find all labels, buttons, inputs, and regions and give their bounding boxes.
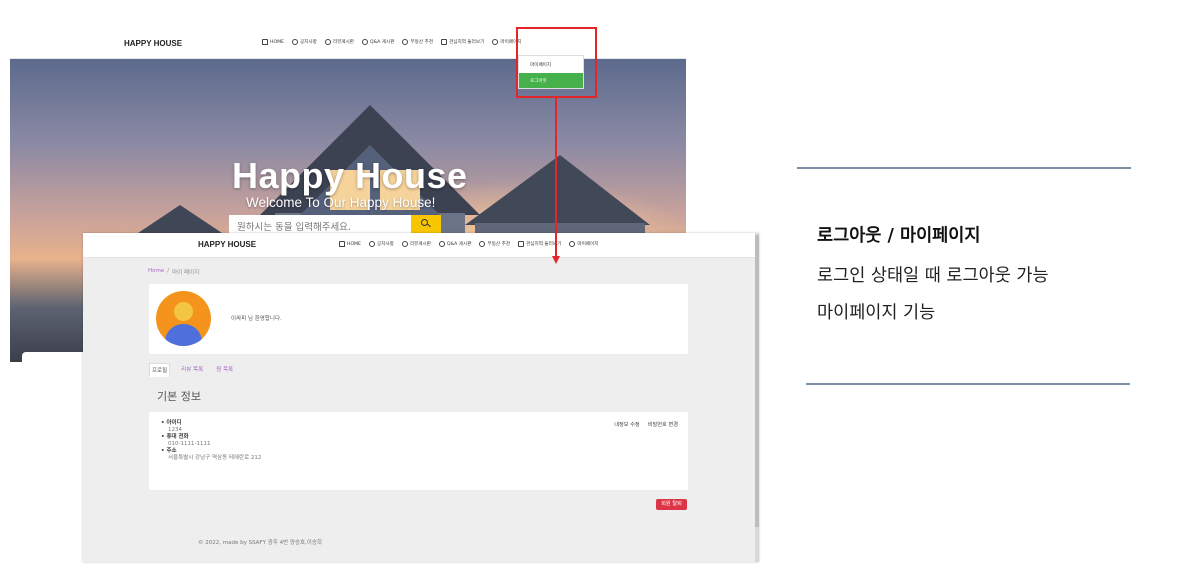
tab-review-list[interactable]: 리뷰 목록 — [179, 363, 205, 377]
welcome-message: 이싸피 님 환영합니다. — [231, 316, 282, 322]
nav-qna[interactable]: Q&A 게시판 — [361, 39, 394, 45]
nav-interest[interactable]: 관심지역 둘러보기 — [441, 39, 484, 45]
nav-qna[interactable]: Q&A 게시판 — [438, 241, 471, 247]
breadcrumb: Home / 마이 페이지 — [148, 268, 199, 276]
avatar — [156, 291, 211, 346]
content-card-peek — [22, 352, 92, 362]
coin-icon — [479, 241, 486, 247]
field-label: 주소 — [161, 448, 261, 455]
basic-info-card: 아이디 1234 휴대 전화 010-1111-1111 주소 서울특별시 강남… — [149, 412, 688, 490]
user-circle-icon — [569, 241, 576, 247]
nav-mypage[interactable]: 마이페이지 — [569, 241, 598, 247]
hero-title: Happy House — [232, 155, 468, 196]
home-icon — [339, 241, 345, 247]
breadcrumb-home[interactable]: Home — [148, 268, 164, 276]
field-value: 1234 — [168, 427, 182, 433]
arrow-line — [555, 97, 557, 257]
mypage-tabs: 프로필 리뷰 목록 찜 목록 — [149, 363, 235, 377]
navbar-mypage: HAPPY HOUSE HOME 공지사항 리뷰게시판 Q&A 게시판 부동산 … — [83, 233, 759, 258]
scrollbar-thumb[interactable] — [755, 235, 759, 527]
description-title: 로그아웃 / 마이페이지 — [817, 226, 981, 246]
hero-subtitle: Welcome To Our Happy House! — [246, 195, 436, 210]
info-list: 아이디 1234 휴대 전화 010-1111-1111 주소 서울특별시 강남… — [161, 420, 261, 462]
info-circle-icon — [368, 241, 375, 247]
tab-wish-list[interactable]: 찜 목록 — [214, 363, 235, 377]
home-icon — [262, 39, 268, 45]
nav-notice[interactable]: 공지사항 — [368, 241, 394, 247]
nav-home[interactable]: HOME — [339, 241, 361, 247]
change-password-button[interactable]: 비밀번호 변경 — [648, 421, 678, 428]
tab-profile[interactable]: 프로필 — [149, 363, 171, 377]
user-circle-icon — [492, 39, 499, 45]
edit-info-button[interactable]: 내정보 수정 — [614, 421, 640, 428]
field-label: 아이디 — [161, 420, 261, 427]
info-circle-icon — [291, 39, 298, 45]
profile-card: 이싸피 님 환영합니다. — [149, 284, 688, 354]
nav-review[interactable]: 리뷰게시판 — [324, 39, 354, 45]
question-circle-icon — [438, 241, 445, 247]
chat-icon — [401, 241, 408, 247]
search-button[interactable] — [411, 215, 441, 233]
nav-menu: HOME 공지사항 리뷰게시판 Q&A 게시판 부동산 추천 관심지역 둘러보기… — [339, 241, 598, 247]
scrollbar[interactable] — [755, 233, 759, 562]
highlight-box — [516, 27, 597, 98]
brand-logo[interactable]: HAPPY HOUSE — [124, 39, 182, 48]
breadcrumb-current: 마이 페이지 — [172, 270, 200, 276]
nav-notice[interactable]: 공지사항 — [291, 39, 317, 45]
description-line: 마이페이지 기능 — [817, 303, 936, 323]
field-value: 서울특별시 강남구 역삼동 테헤란로 212 — [168, 455, 262, 461]
chat-icon — [324, 39, 331, 45]
breadcrumb-separator: / — [167, 268, 170, 274]
footer-copyright: © 2022, made by SSAFY 광주 4반 양승호,이승희 — [198, 540, 322, 546]
nav-menu: HOME 공지사항 리뷰게시판 Q&A 게시판 부동산 추천 관심지역 둘러보기… — [262, 39, 521, 45]
dong-search-box — [229, 215, 441, 237]
mypage-screenshot: HAPPY HOUSE HOME 공지사항 리뷰게시판 Q&A 게시판 부동산 … — [83, 233, 759, 562]
arrow-head — [552, 256, 560, 264]
bookmark-icon — [441, 39, 448, 45]
withdraw-button[interactable]: 회원 탈퇴 — [656, 499, 687, 510]
slide: HAPPY HOUSE HOME 공지사항 리뷰게시판 Q&A 게시판 부동산 … — [0, 0, 1200, 571]
bookmark-icon — [518, 241, 525, 247]
nav-review[interactable]: 리뷰게시판 — [401, 241, 431, 247]
coin-icon — [402, 39, 409, 45]
nav-home[interactable]: HOME — [262, 39, 284, 45]
field-value: 010-1111-1111 — [168, 441, 211, 447]
description-line: 로그인 상태일 때 로그아웃 가능 — [817, 266, 1049, 286]
nav-recommend[interactable]: 부동산 추천 — [402, 39, 433, 45]
divider-top — [797, 167, 1131, 169]
question-circle-icon — [361, 39, 368, 45]
section-title: 기본 정보 — [157, 390, 201, 403]
nav-recommend[interactable]: 부동산 추천 — [479, 241, 510, 247]
info-actions: 내정보 수정 비밀번호 변경 — [614, 421, 678, 428]
brand-logo[interactable]: HAPPY HOUSE — [198, 240, 256, 249]
field-label: 휴대 전화 — [161, 434, 261, 441]
divider-bottom — [806, 383, 1130, 385]
